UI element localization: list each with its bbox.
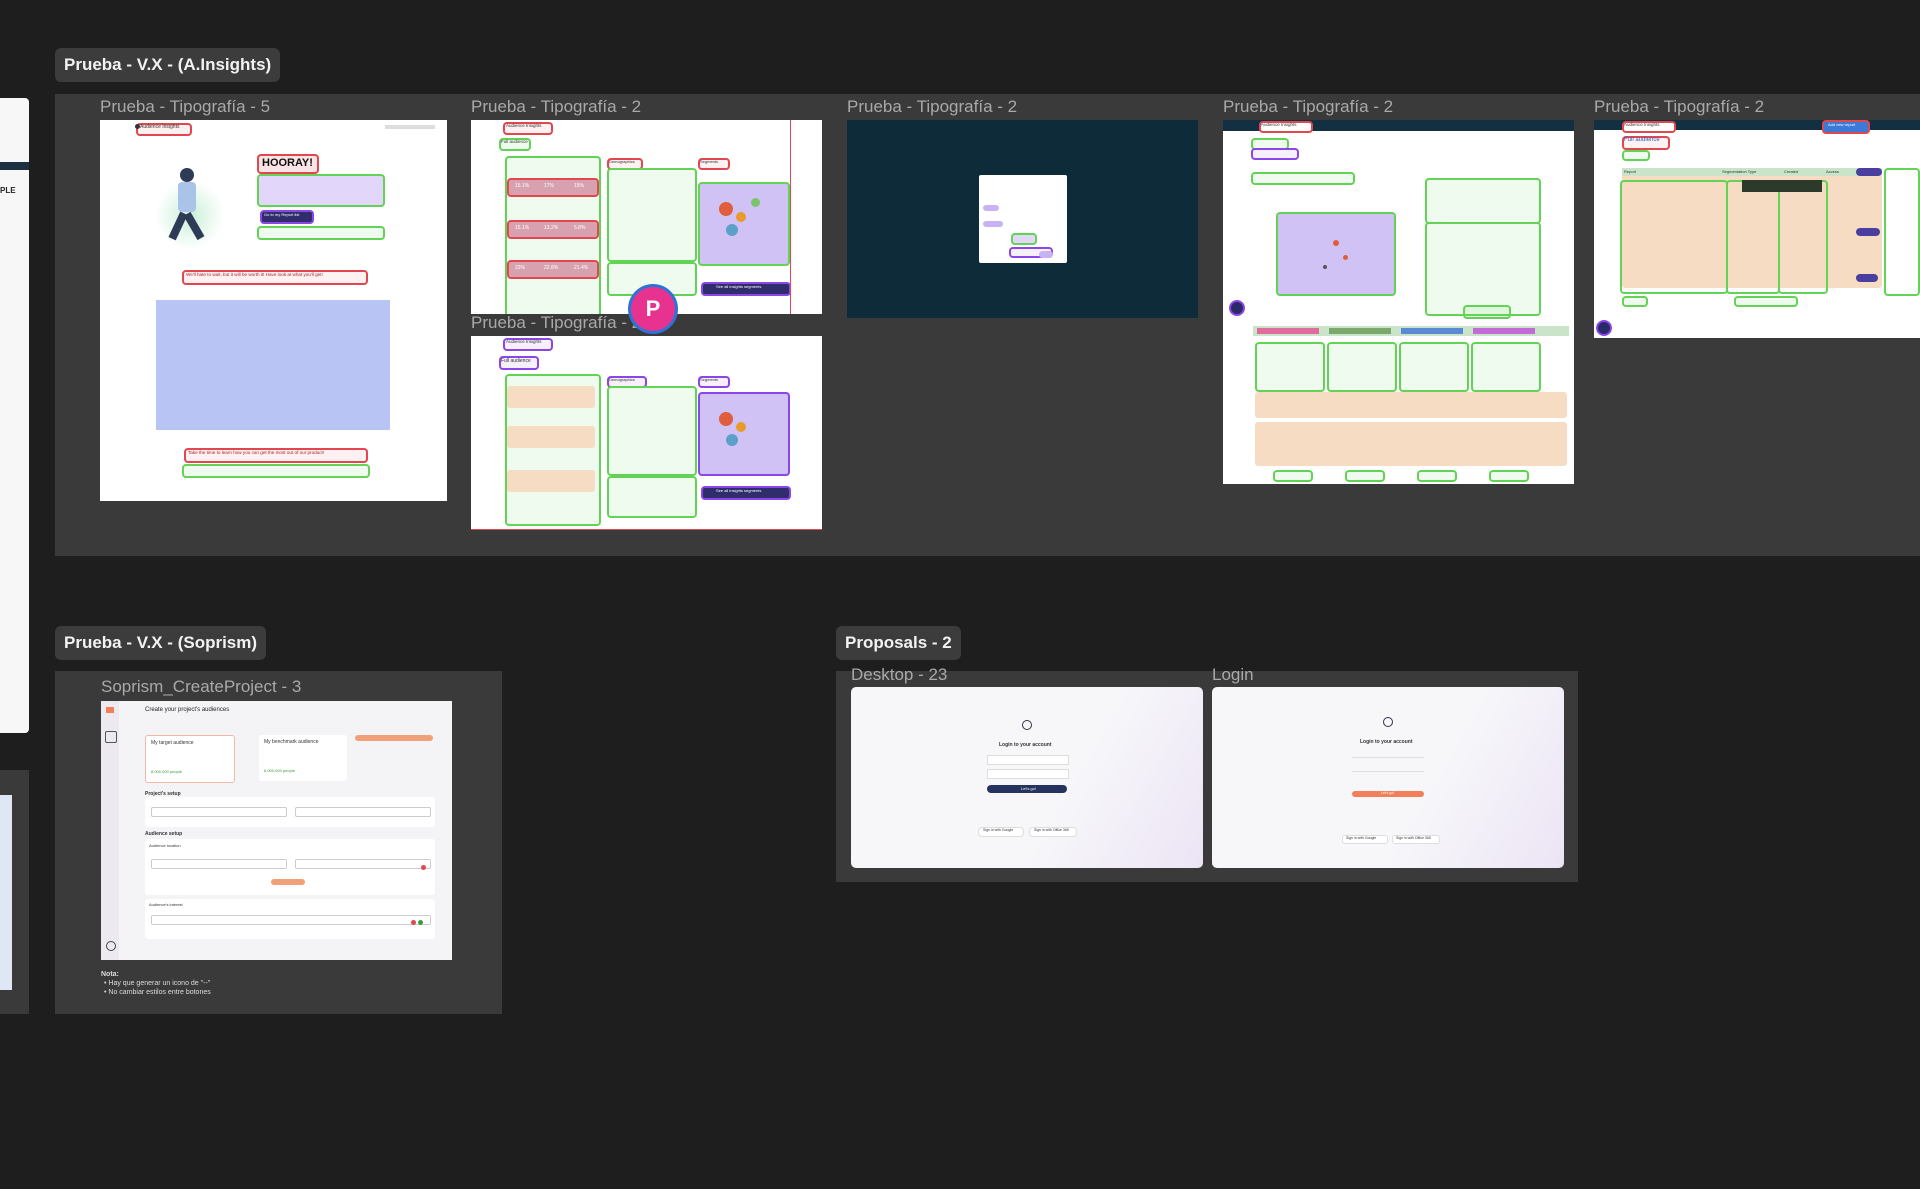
- left-edge-text: PLE: [0, 186, 16, 195]
- segments-bubble-chart[interactable]: [698, 182, 790, 266]
- benchmark-audience-card[interactable]: My benchmark audience 8,000,000 people: [259, 735, 347, 781]
- frame-dark-modal[interactable]: [847, 120, 1198, 318]
- frame-label-tipo2a[interactable]: Prueba - Tipografía - 2: [471, 97, 641, 117]
- soprism-note-1: • Hay que generar un icono de "--": [104, 980, 211, 987]
- segments-bubble-chart-b[interactable]: [698, 392, 790, 476]
- frame-label-soprism[interactable]: Soprism_CreateProject - 3: [101, 677, 301, 697]
- segments-distribution-chart[interactable]: [1276, 212, 1396, 296]
- hooray-app-name: Audience Insights: [140, 124, 180, 130]
- frame-label-login[interactable]: Login: [1212, 665, 1254, 685]
- left-clipped-frame-top[interactable]: PLE: [0, 98, 29, 733]
- collaborator-cursor-avatar[interactable]: P: [628, 284, 678, 334]
- frame-reports-table[interactable]: Audience Insights Add new report Full au…: [1594, 120, 1920, 338]
- left-clipped-frame-bottom[interactable]: [0, 770, 29, 1014]
- hooray-learn-msg: Take the time to learn how you can get t…: [188, 450, 325, 455]
- frame-login[interactable]: Login to your account Let's go! Sign in …: [1212, 687, 1564, 868]
- section-label-soprism[interactable]: Prueba - V.X - (Soprism): [55, 626, 267, 660]
- insights-b-app-name: Audience Insights: [506, 339, 542, 344]
- hooray-wait-msg: We'll hate to wait, but it will be worth…: [186, 272, 323, 277]
- desktop23-login-title: Login to your account: [999, 742, 1052, 748]
- section-label-ainsights[interactable]: Prueba - V.X - (A.Insights): [55, 48, 281, 82]
- frame-label-tipo2d[interactable]: Prueba - Tipografía - 2: [1223, 97, 1393, 117]
- frame-soprism-create-project[interactable]: Create your project's audiences My targe…: [101, 701, 452, 960]
- frame-label-tipo2b[interactable]: Prueba - Tipografía - 2: [471, 313, 641, 333]
- hooray-title: HOORAY!: [262, 157, 313, 169]
- frame-insights-b[interactable]: Audience Insights Full audience Demograp…: [471, 336, 822, 530]
- frame-hooray[interactable]: Audience Insights HOORAY! Go to my Repor…: [100, 120, 447, 501]
- frame-segments-dashboard[interactable]: Audience Insights: [1223, 120, 1574, 484]
- section-label-proposals[interactable]: Proposals - 2: [836, 626, 961, 660]
- video-placeholder[interactable]: [156, 300, 390, 430]
- frame-label-tipo5[interactable]: Prueba - Tipografía - 5: [100, 97, 270, 117]
- frame-label-desktop23[interactable]: Desktop - 23: [851, 665, 947, 685]
- target-audience-card[interactable]: My target audience 8,000,000 people: [145, 735, 235, 783]
- login-title: Login to your account: [1360, 739, 1413, 745]
- frame-label-tipo2c[interactable]: Prueba - Tipografía - 2: [847, 97, 1017, 117]
- frame-desktop-23[interactable]: Login to your account Let's go! Sign in …: [851, 687, 1203, 868]
- soprism-note-2: • No cambiar estilos entre botones: [104, 989, 211, 996]
- soprism-title: Create your project's audiences: [145, 707, 230, 713]
- comment-pin-icon[interactable]: [1229, 300, 1245, 316]
- frame-label-tipo2e[interactable]: Prueba - Tipografía - 2: [1594, 97, 1764, 117]
- soprism-note-title: Nota:: [101, 971, 119, 978]
- modal-card[interactable]: [979, 175, 1067, 263]
- insights-a-app-name: Audience Insights: [506, 123, 542, 128]
- comment-pin-icon-2[interactable]: [1596, 320, 1612, 336]
- import-project-button[interactable]: [355, 735, 433, 741]
